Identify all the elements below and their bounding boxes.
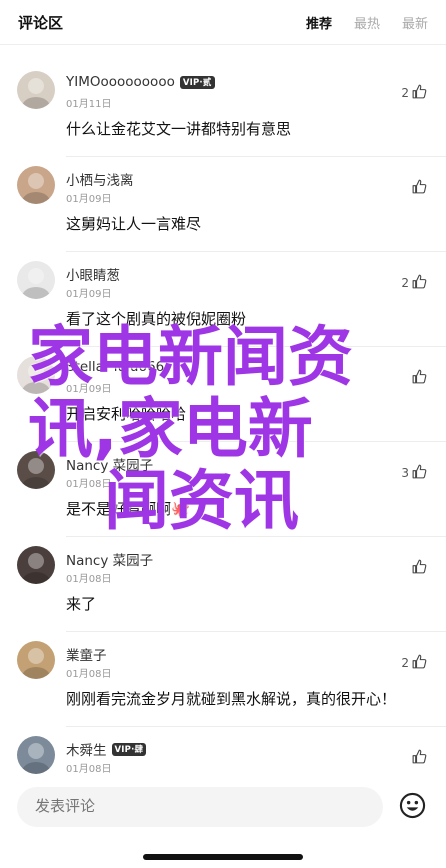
thumbs-up-icon — [411, 463, 428, 483]
name-row: 業童子 — [66, 644, 107, 664]
thumbs-up-icon — [411, 558, 428, 578]
user-avatar[interactable] — [17, 261, 55, 299]
name-row: Nancy 菜园子 — [66, 549, 153, 569]
like-count: 2 — [401, 656, 409, 670]
name-row: Nancy 菜园子 — [66, 454, 153, 474]
user-avatar[interactable] — [17, 71, 55, 109]
user-name[interactable]: 業童子 — [66, 644, 107, 664]
comment-item: Nancy 菜园子 01月08日是不是好看啊啊🐙 3 — [0, 442, 446, 537]
comment-date: 01月11日 — [66, 99, 112, 110]
comment-date: 01月08日 — [66, 574, 112, 585]
avatar-image — [17, 166, 55, 204]
avatar-image — [17, 451, 55, 489]
comment-text: 刚刚看完流金岁月就碰到黑水解说，真的很开心！ — [66, 690, 397, 708]
user-name[interactable]: Nancy 菜园子 — [66, 549, 153, 569]
avatar-image — [17, 261, 55, 299]
like-button[interactable] — [409, 178, 428, 198]
like-count: 2 — [401, 86, 409, 100]
name-row: 小眼睛葱 — [66, 264, 120, 284]
comment-text: 来了 — [66, 595, 97, 613]
comment-date: 01月09日 — [66, 289, 112, 300]
emoji-icon[interactable] — [399, 792, 426, 819]
user-avatar[interactable] — [17, 356, 55, 394]
comment-item: 小栖与浅离 01月09日这舅妈让人一言难尽 — [0, 157, 446, 252]
vip-badge: VIP·贰 — [179, 75, 215, 89]
comment-text: 是不是好看啊啊🐙 — [66, 500, 190, 518]
user-name[interactable]: 木舜生 — [66, 739, 107, 759]
thumbs-up-icon — [411, 273, 428, 293]
comment-text: 看了这个剧真的被倪妮圈粉 — [66, 310, 247, 328]
thumbs-up-icon — [411, 178, 428, 198]
user-name[interactable]: 小栖与浅离 — [66, 169, 134, 189]
user-avatar[interactable] — [17, 451, 55, 489]
comment-item: YIMOooooooooo VIP·贰 01月11日什么让金花艾文一讲都特别有意思 2 — [0, 62, 446, 157]
comment-input[interactable] — [17, 787, 383, 827]
thumbs-up-icon — [411, 368, 428, 388]
name-row: Stellar lulu666 — [66, 359, 164, 375]
like-count: 2 — [401, 276, 409, 290]
comment-text: 开启安利哈哈哈哈 — [66, 405, 187, 423]
comment-item: Nancy 菜园子 01月08日来了 — [0, 537, 446, 632]
sort-tabs: 推荐 最热 最新 — [306, 13, 428, 32]
user-avatar[interactable] — [17, 736, 55, 774]
thumbs-up-icon — [411, 653, 428, 673]
page-title: 评论区 — [18, 13, 64, 32]
home-indicator — [143, 854, 303, 860]
tab-newest[interactable]: 最新 — [402, 13, 428, 32]
comment-text: 这舅妈让人一言难尽 — [66, 215, 202, 233]
tab-recommended[interactable]: 推荐 — [306, 13, 332, 32]
name-row: 小栖与浅离 — [66, 169, 134, 189]
user-name[interactable]: Stellar lulu666 — [66, 359, 164, 375]
comment-item: Stellar lulu666 01月09日开启安利哈哈哈哈 — [0, 347, 446, 442]
thumbs-up-icon — [411, 83, 428, 103]
user-avatar[interactable] — [17, 641, 55, 679]
avatar-image — [17, 641, 55, 679]
avatar-image — [17, 356, 55, 394]
name-row: YIMOooooooooo VIP·贰 — [66, 74, 215, 90]
tab-hottest[interactable]: 最热 — [354, 13, 380, 32]
comment-date: 01月08日 — [66, 479, 112, 490]
like-button[interactable] — [409, 558, 428, 578]
comment-date: 01月09日 — [66, 194, 112, 205]
like-button[interactable]: 2 — [401, 653, 428, 673]
user-avatar[interactable] — [17, 546, 55, 584]
comment-item: 小眼睛葱 01月09日看了这个剧真的被倪妮圈粉 2 — [0, 252, 446, 347]
like-button[interactable]: 2 — [401, 273, 428, 293]
thumbs-up-icon — [411, 748, 428, 768]
like-button[interactable]: 3 — [401, 463, 428, 483]
avatar-image — [17, 71, 55, 109]
user-name[interactable]: 小眼睛葱 — [66, 264, 120, 284]
user-name[interactable]: YIMOooooooooo — [66, 74, 175, 90]
header-divider — [0, 44, 446, 45]
comment-date: 01月08日 — [66, 764, 112, 775]
user-avatar[interactable] — [17, 166, 55, 204]
avatar-image — [17, 736, 55, 774]
avatar-image — [17, 546, 55, 584]
comment-list: YIMOooooooooo VIP·贰 01月11日什么让金花艾文一讲都特别有意思 2… — [0, 62, 446, 822]
comment-input-bar — [0, 780, 446, 868]
comment-item: 業童子 01月08日刚刚看完流金岁月就碰到黑水解说，真的很开心！ 2 — [0, 632, 446, 727]
header-bar: 评论区 推荐 最热 最新 — [0, 0, 446, 44]
vip-badge: VIP·肆 — [111, 742, 147, 756]
like-count: 3 — [401, 466, 409, 480]
like-button[interactable]: 2 — [401, 83, 428, 103]
like-button[interactable] — [409, 368, 428, 388]
user-name[interactable]: Nancy 菜园子 — [66, 454, 153, 474]
comment-date: 01月08日 — [66, 669, 112, 680]
comment-date: 01月09日 — [66, 384, 112, 395]
name-row: 木舜生 VIP·肆 — [66, 739, 147, 759]
comment-text: 什么让金花艾文一讲都特别有意思 — [66, 120, 292, 138]
like-button[interactable] — [409, 748, 428, 768]
